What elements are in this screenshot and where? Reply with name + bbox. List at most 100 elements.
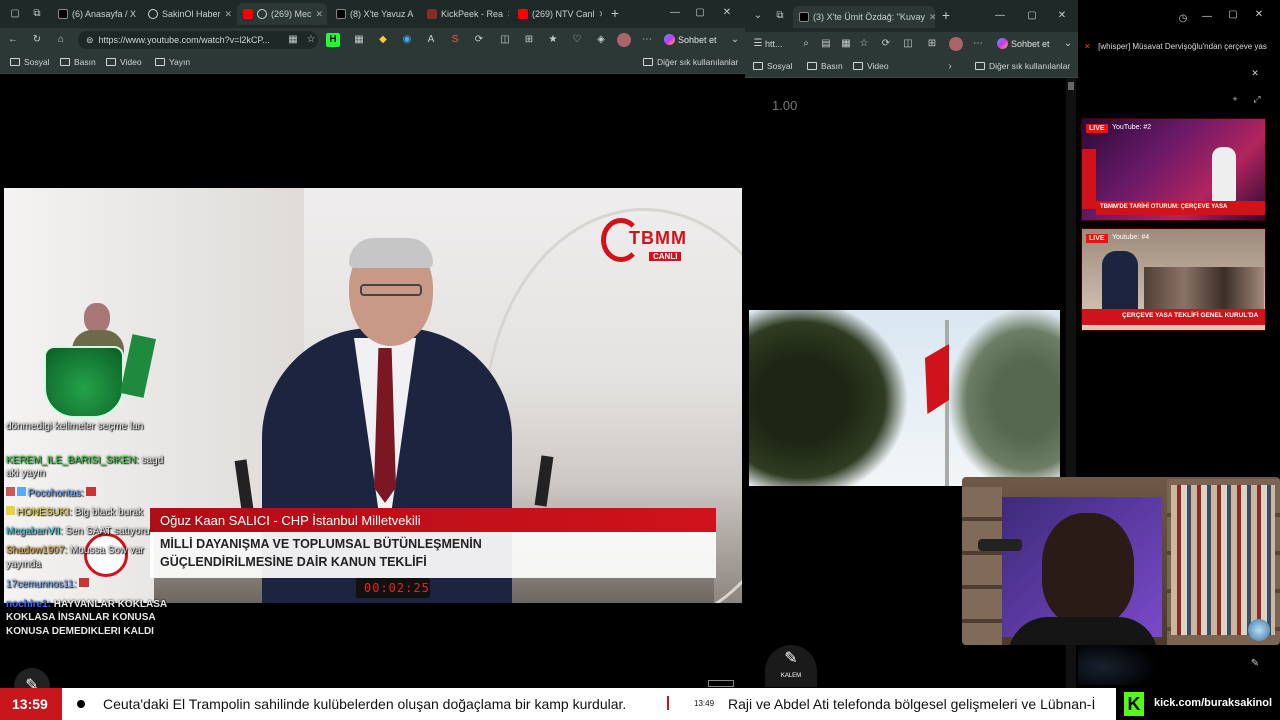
zoom-icon[interactable]: ⌕	[799, 37, 813, 51]
extension-h-icon[interactable]: H	[326, 33, 340, 47]
chat-text: KONUSA DEMEDIKLERI KALDI	[6, 626, 154, 637]
bookmark-yayin[interactable]: Yayın	[155, 57, 190, 67]
refresh-ext-icon[interactable]: ⟳	[879, 37, 893, 51]
close-icon[interactable]: ✕	[225, 9, 233, 20]
kalem-button[interactable]: ✎ KALEM	[765, 645, 817, 687]
bookmark-label: Video	[867, 61, 889, 71]
tab-actions-icon[interactable]: ⧉	[773, 9, 787, 23]
favorite-star-icon[interactable]: ☆	[304, 33, 318, 47]
bookmark-basin[interactable]: Basın	[807, 61, 843, 71]
chat-user: MegabanVII:	[6, 526, 63, 537]
bookmark-sosyal[interactable]: Sosyal	[10, 57, 50, 67]
chat-message: HONESUKI: Big black burak	[6, 506, 143, 519]
tab-x-yavuz[interactable]: (8) X'te Yavuz A✕	[330, 3, 418, 25]
health-icon[interactable]: ♡	[570, 33, 584, 47]
extension-bag-icon[interactable]: ◆	[376, 33, 390, 47]
new-tab-icon[interactable]: +	[939, 8, 953, 22]
pen-icon[interactable]: ✎	[1248, 657, 1262, 671]
split-screen-icon[interactable]: ◫	[901, 37, 915, 51]
extension-grid-icon[interactable]: ▦	[352, 33, 366, 47]
tab-x-umit-ozdag[interactable]: (3) X'te Ümit Özdağ: "Kuvay ✕	[793, 6, 935, 28]
avatar[interactable]	[617, 33, 631, 47]
youtube-icon	[518, 9, 528, 19]
more-icon[interactable]: ⋯	[640, 33, 654, 47]
tab-actions-icon[interactable]: ⧉	[30, 7, 44, 21]
tab-youtube-meclis[interactable]: (269) Mec ✕	[237, 3, 327, 25]
maximize-icon[interactable]: ▢	[693, 6, 707, 20]
refresh-ext-icon[interactable]: ⟳	[472, 33, 486, 47]
close-icon[interactable]: ✕	[1248, 66, 1262, 80]
chevron-down-icon[interactable]: ⌄	[751, 9, 765, 23]
favorites-icon[interactable]: ⊞	[925, 37, 939, 51]
close-icon[interactable]: ✕	[599, 9, 602, 20]
close-window-icon[interactable]: ✕	[1252, 8, 1266, 22]
add-icon[interactable]: +	[1228, 92, 1242, 106]
chevron-down-icon[interactable]: ⌄	[728, 33, 742, 47]
history-icon[interactable]: ◷	[1176, 12, 1190, 26]
sohbet-et-button[interactable]: Sohbet et	[997, 38, 1050, 49]
expand-icon[interactable]: ⤢	[1250, 92, 1264, 106]
minimize-icon[interactable]: —	[993, 9, 1007, 23]
live-thumbnail-2[interactable]: LIVE Youtube: #4 ÇERÇEVE YASA TEKLİFİ GE…	[1081, 228, 1266, 331]
bookmark-other[interactable]: Diğer sık kullanılanlar	[643, 57, 738, 67]
maximize-icon[interactable]: ▢	[1025, 9, 1039, 23]
streamer-body	[1008, 617, 1158, 645]
folder-icon	[155, 58, 165, 66]
address-bar[interactable]: htt...	[761, 35, 797, 53]
bookmark-video[interactable]: Video	[106, 57, 142, 67]
maximize-icon[interactable]: ▢	[1226, 8, 1240, 22]
thumbnail-caption: ÇERÇEVE YASA TEKLİFİ GENEL KURUL'DA	[1122, 312, 1259, 319]
copilot-icon[interactable]: ◈	[594, 33, 608, 47]
chat-text: KOKLASA İNSANLAR KONUSA	[6, 612, 156, 623]
close-icon[interactable]: ✕	[929, 12, 935, 23]
flag-video[interactable]	[749, 310, 1060, 486]
live-thumbnail-1[interactable]: LIVE YouTube: #2 TBMM'DE TARİHİ OTURUM: …	[1081, 118, 1266, 221]
scrollbar-thumb[interactable]	[1068, 82, 1074, 90]
workspace-icon[interactable]: ▢	[8, 7, 22, 21]
close-window-icon[interactable]: ✕	[1055, 9, 1069, 23]
favorites-icon[interactable]: ★	[546, 33, 560, 47]
sohbet-et-button[interactable]: Sohbet et	[664, 34, 717, 45]
reload-icon[interactable]: ↻	[30, 33, 44, 47]
tab-label: (6) Anasayfa / X	[72, 9, 137, 19]
map-fragment	[1078, 640, 1158, 685]
address-bar[interactable]: ⊜ https://www.youtube.com/watch?v=l2kCP.…	[78, 31, 318, 49]
tab-sakinol[interactable]: SakinOl Haber ✕	[142, 3, 234, 25]
bookmark-label: Diğer sık kullanılanlar	[989, 61, 1071, 71]
qr-icon[interactable]: ▦	[286, 33, 300, 47]
extension-s-icon[interactable]: S	[448, 33, 462, 47]
tab-x-anasayfa[interactable]: (6) Anasayfa / X✕	[52, 3, 138, 25]
translate-icon[interactable]: A	[424, 33, 438, 47]
collections-icon[interactable]: ⊞	[522, 33, 536, 47]
minimize-icon[interactable]: —	[668, 6, 682, 20]
split-screen-icon[interactable]: ◫	[498, 33, 512, 47]
extension-circle-icon[interactable]: ◉	[400, 33, 414, 47]
bookmark-basin[interactable]: Basın	[60, 57, 96, 67]
close-icon[interactable]: ✕	[417, 9, 418, 20]
tab-label: (8) X'te Yavuz A	[350, 9, 414, 19]
tab-ntv-canli[interactable]: (269) NTV Canl ✕	[512, 3, 602, 25]
right-tabstrip: ⌄ ⧉ (3) X'te Ümit Özdağ: "Kuvay ✕ + — ▢ ✕	[745, 0, 1078, 32]
chevron-down-icon[interactable]: ⌄	[1061, 37, 1075, 51]
minimize-icon[interactable]: —	[1200, 10, 1214, 24]
close-window-icon[interactable]: ✕	[720, 6, 734, 20]
bookmark-other[interactable]: Diğer sık kullanılanlar	[975, 61, 1070, 71]
avatar[interactable]	[949, 37, 963, 51]
tab-kickpeek[interactable]: KickPeek - Rea✕	[421, 3, 509, 25]
back-icon[interactable]: ←	[6, 33, 20, 47]
bookmark-sosyal[interactable]: Sosyal	[753, 61, 793, 71]
new-tab-icon[interactable]: +	[608, 6, 622, 20]
chevron-right-icon[interactable]: ›	[943, 60, 957, 74]
broadcast-close-icon[interactable]: ✕	[1084, 42, 1091, 51]
left-browser-window: ▢ ⧉ (6) Anasayfa / X✕ SakinOl Haber✕ (26…	[0, 0, 745, 720]
favorite-star-icon[interactable]: ☆	[857, 37, 871, 51]
more-icon[interactable]: ⋯	[971, 37, 985, 51]
bookmark-video[interactable]: Video	[853, 61, 889, 71]
badge-icon	[17, 487, 26, 496]
collections-icon[interactable]: ▦	[839, 37, 853, 51]
close-icon[interactable]: ✕	[507, 9, 509, 20]
home-icon[interactable]: ⌂	[54, 33, 68, 47]
chat-message: KOKLASA İNSANLAR KONUSA	[6, 611, 156, 624]
read-aloud-icon[interactable]: ▤	[819, 37, 833, 51]
close-icon[interactable]: ✕	[316, 9, 324, 20]
